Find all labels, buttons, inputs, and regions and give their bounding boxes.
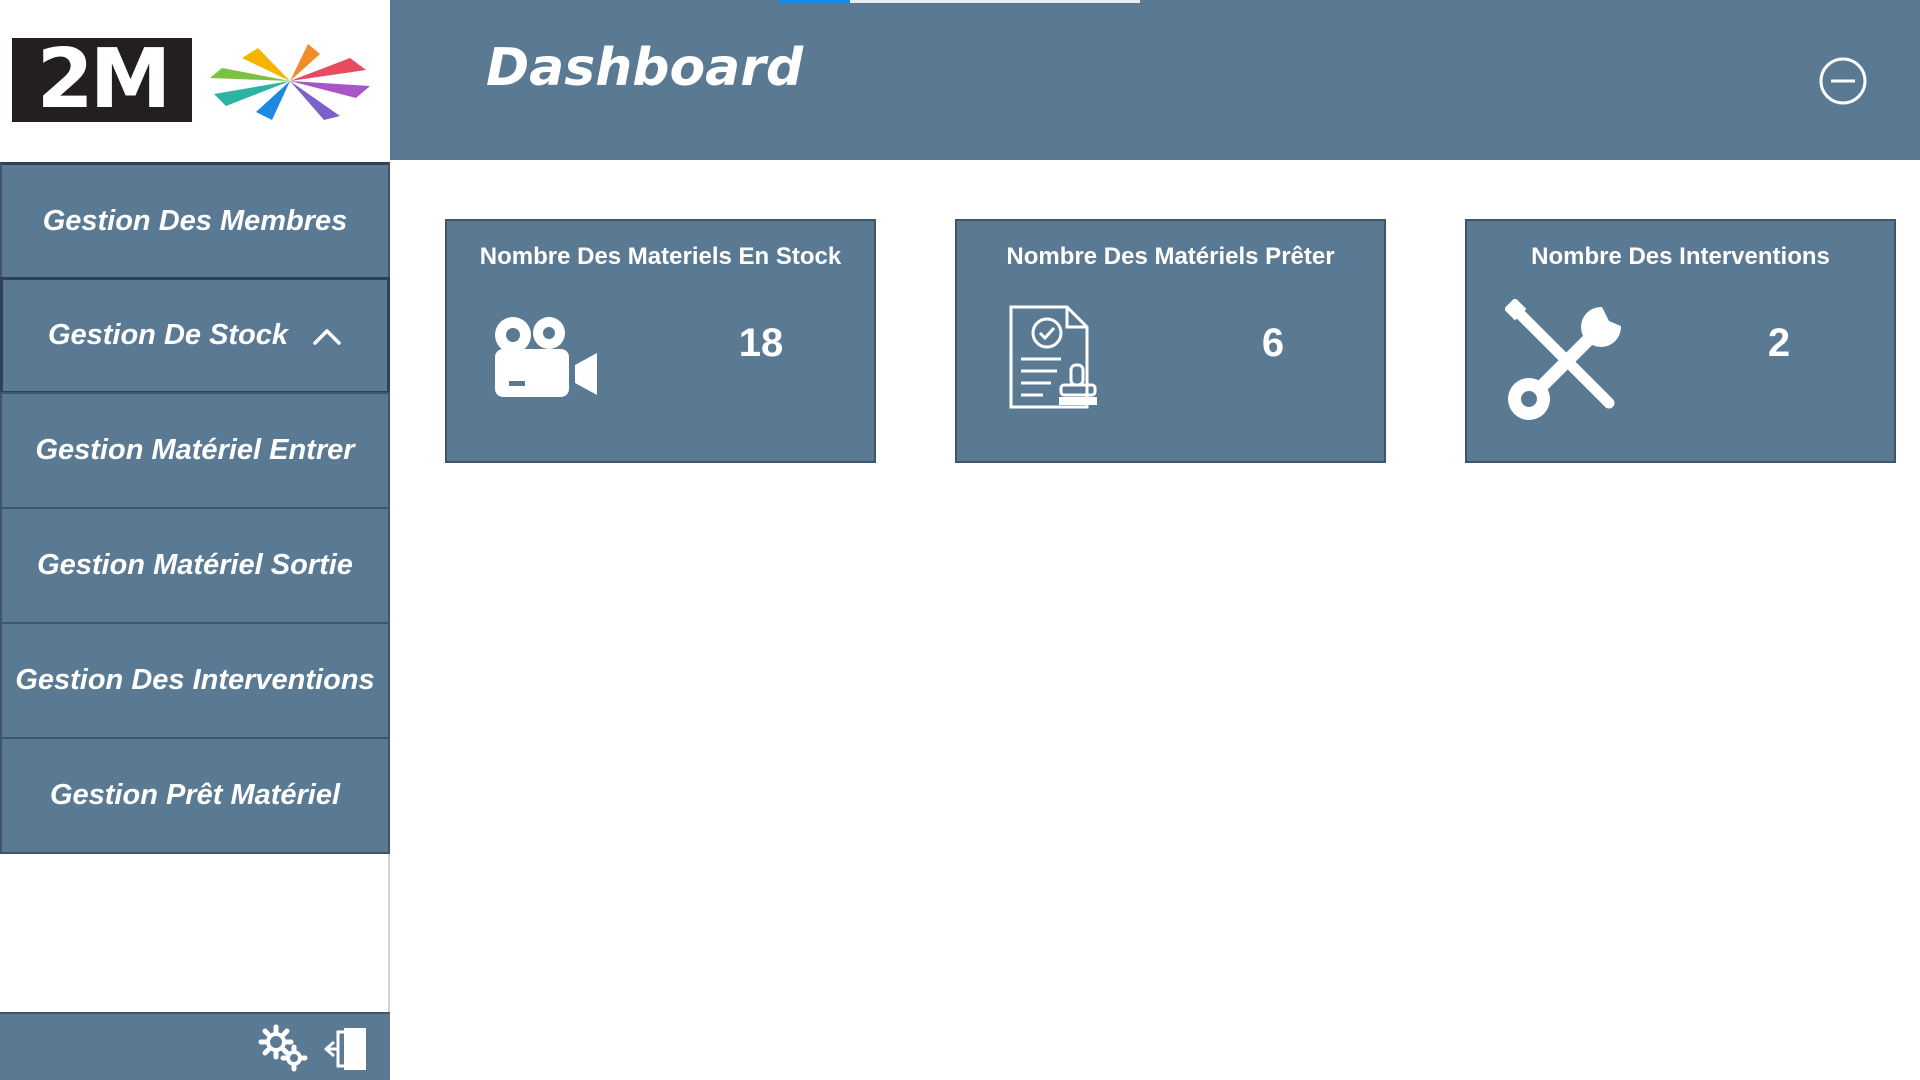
sidebar-item-interventions[interactable]: Gestion Des Interventions — [0, 622, 390, 739]
header-accent-line — [850, 0, 1140, 3]
card-title: Nombre Des Interventions — [1531, 243, 1830, 270]
minimize-icon[interactable] — [1818, 56, 1868, 111]
certificate-document-icon — [1007, 303, 1107, 420]
card-value: 2 — [1767, 321, 1791, 365]
sidebar-item-label: Gestion Des Interventions — [15, 664, 375, 696]
card-title: Nombre Des Materiels En Stock — [479, 243, 842, 270]
sidebar: 2M Gestion Des Membres Gestion De Stock … — [0, 0, 390, 1080]
sidebar-item-label: Gestion Matériel Entrer — [35, 434, 355, 466]
sidebar-item-membres[interactable]: Gestion Des Membres — [0, 162, 390, 279]
logo-star-icon — [210, 44, 370, 120]
sidebar-item-pret-materiel[interactable]: Gestion Prêt Matériel — [0, 737, 390, 854]
tools-icon — [1503, 297, 1631, 428]
sidebar-item-materiel-sortie[interactable]: Gestion Matériel Sortie — [0, 507, 390, 624]
sidebar-item-stock[interactable]: Gestion De Stock — [0, 277, 390, 394]
stat-card-interventions: Nombre Des Interventions 2 — [1465, 219, 1896, 463]
brand-logo: 2M — [0, 0, 390, 162]
header-accent-line — [778, 0, 850, 3]
top-header: Dashboard — [390, 0, 1920, 160]
sidebar-item-label: Gestion Des Membres — [42, 204, 348, 237]
video-camera-icon — [489, 313, 601, 408]
logo-wordmark: 2M — [12, 38, 192, 122]
settings-gears-icon[interactable] — [258, 1024, 308, 1077]
card-title: Nombre Des Matériels Prêter — [1006, 243, 1335, 270]
stat-card-stock: Nombre Des Materiels En Stock 18 — [445, 219, 876, 463]
stat-card-prets: Nombre Des Matériels Prêter 6 — [955, 219, 1386, 463]
page-title: Dashboard — [486, 38, 804, 98]
logout-icon[interactable] — [322, 1024, 372, 1079]
sidebar-footer — [0, 1012, 390, 1080]
sidebar-item-label: Gestion De Stock — [47, 319, 289, 351]
sidebar-nav: Gestion Des Membres Gestion De Stock Ges… — [0, 162, 390, 854]
sidebar-item-materiel-entrer[interactable]: Gestion Matériel Entrer — [0, 392, 390, 509]
sidebar-item-label: Gestion Matériel Sortie — [37, 549, 353, 581]
card-value: 6 — [1261, 321, 1285, 365]
sidebar-item-label: Gestion Prêt Matériel — [49, 779, 341, 811]
chevron-up-icon[interactable] — [312, 326, 342, 346]
card-value: 18 — [738, 321, 784, 365]
